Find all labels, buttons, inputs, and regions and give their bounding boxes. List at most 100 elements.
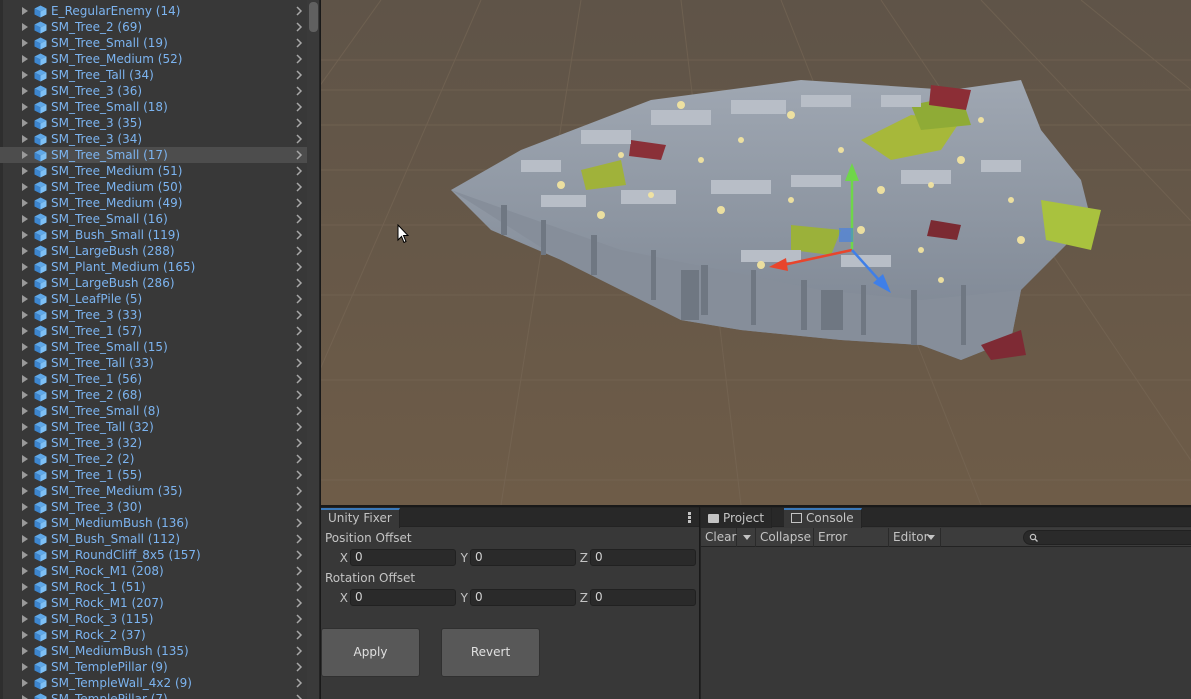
chevron-right-icon[interactable]: [293, 325, 305, 337]
expand-arrow-icon[interactable]: [22, 7, 28, 15]
expand-arrow-icon[interactable]: [22, 695, 28, 699]
chevron-right-icon[interactable]: [293, 373, 305, 385]
hierarchy-item[interactable]: SM_Tree_1 (56): [0, 371, 307, 387]
hierarchy-item[interactable]: SM_Tree_2 (2): [0, 451, 307, 467]
hierarchy-item[interactable]: SM_LeafPile (5): [0, 291, 307, 307]
expand-arrow-icon[interactable]: [22, 247, 28, 255]
expand-arrow-icon[interactable]: [22, 231, 28, 239]
expand-arrow-icon[interactable]: [22, 535, 28, 543]
chevron-right-icon[interactable]: [293, 277, 305, 289]
expand-arrow-icon[interactable]: [22, 519, 28, 527]
apply-button[interactable]: Apply: [321, 628, 420, 677]
clear-button[interactable]: Clear: [701, 528, 737, 547]
editor-dropdown[interactable]: Editor: [889, 528, 941, 547]
hierarchy-item[interactable]: SM_Tree_2 (68): [0, 387, 307, 403]
expand-arrow-icon[interactable]: [22, 295, 28, 303]
chevron-right-icon[interactable]: [293, 629, 305, 641]
expand-arrow-icon[interactable]: [22, 551, 28, 559]
chevron-right-icon[interactable]: [293, 469, 305, 481]
expand-arrow-icon[interactable]: [22, 455, 28, 463]
expand-arrow-icon[interactable]: [22, 263, 28, 271]
chevron-right-icon[interactable]: [293, 661, 305, 673]
expand-arrow-icon[interactable]: [22, 487, 28, 495]
hierarchy-item[interactable]: SM_Tree_3 (35): [0, 115, 307, 131]
expand-arrow-icon[interactable]: [22, 215, 28, 223]
rotation-y-field[interactable]: 0: [470, 589, 576, 606]
hierarchy-item[interactable]: SM_Tree_Medium (51): [0, 163, 307, 179]
expand-arrow-icon[interactable]: [22, 359, 28, 367]
chevron-right-icon[interactable]: [293, 501, 305, 513]
hierarchy-scrollbar-thumb[interactable]: [309, 2, 318, 32]
chevron-right-icon[interactable]: [293, 453, 305, 465]
hierarchy-item[interactable]: SM_Tree_Tall (33): [0, 355, 307, 371]
expand-arrow-icon[interactable]: [22, 311, 28, 319]
chevron-right-icon[interactable]: [293, 165, 305, 177]
collapse-toggle[interactable]: Collapse: [756, 528, 814, 547]
expand-arrow-icon[interactable]: [22, 503, 28, 511]
chevron-right-icon[interactable]: [293, 677, 305, 689]
expand-arrow-icon[interactable]: [22, 87, 28, 95]
expand-arrow-icon[interactable]: [22, 615, 28, 623]
tab-project[interactable]: Project: [701, 508, 773, 528]
hierarchy-item[interactable]: SM_LargeBush (288): [0, 243, 307, 259]
chevron-right-icon[interactable]: [293, 389, 305, 401]
hierarchy-item[interactable]: SM_Tree_3 (30): [0, 499, 307, 515]
expand-arrow-icon[interactable]: [22, 183, 28, 191]
expand-arrow-icon[interactable]: [22, 55, 28, 63]
chevron-right-icon[interactable]: [293, 613, 305, 625]
expand-arrow-icon[interactable]: [22, 103, 28, 111]
hierarchy-item[interactable]: SM_Tree_3 (33): [0, 307, 307, 323]
expand-arrow-icon[interactable]: [22, 471, 28, 479]
chevron-right-icon[interactable]: [293, 197, 305, 209]
chevron-right-icon[interactable]: [293, 437, 305, 449]
hierarchy-item[interactable]: SM_Tree_3 (32): [0, 435, 307, 451]
chevron-right-icon[interactable]: [293, 309, 305, 321]
scene-canvas[interactable]: [321, 0, 1191, 505]
chevron-right-icon[interactable]: [293, 405, 305, 417]
hierarchy-item[interactable]: SM_Tree_3 (34): [0, 131, 307, 147]
chevron-right-icon[interactable]: [293, 101, 305, 113]
hierarchy-item[interactable]: SM_Rock_2 (37): [0, 627, 307, 643]
chevron-right-icon[interactable]: [293, 85, 305, 97]
chevron-right-icon[interactable]: [293, 357, 305, 369]
expand-arrow-icon[interactable]: [22, 279, 28, 287]
expand-arrow-icon[interactable]: [22, 199, 28, 207]
hierarchy-item[interactable]: SM_Tree_Small (16): [0, 211, 307, 227]
hierarchy-item[interactable]: SM_Tree_Small (19): [0, 35, 307, 51]
expand-arrow-icon[interactable]: [22, 167, 28, 175]
expand-arrow-icon[interactable]: [22, 583, 28, 591]
chevron-right-icon[interactable]: [293, 213, 305, 225]
hierarchy-item[interactable]: SM_Tree_3 (36): [0, 83, 307, 99]
chevron-right-icon[interactable]: [293, 485, 305, 497]
tab-unity-fixer[interactable]: Unity Fixer: [321, 508, 400, 528]
tab-console[interactable]: Console: [784, 508, 862, 528]
clear-options-dropdown[interactable]: [737, 528, 756, 547]
chevron-right-icon[interactable]: [293, 5, 305, 17]
expand-arrow-icon[interactable]: [22, 647, 28, 655]
expand-arrow-icon[interactable]: [22, 679, 28, 687]
expand-arrow-icon[interactable]: [22, 567, 28, 575]
expand-arrow-icon[interactable]: [22, 119, 28, 127]
chevron-right-icon[interactable]: [293, 149, 305, 161]
hierarchy-item[interactable]: SM_Tree_Small (18): [0, 99, 307, 115]
hierarchy-item[interactable]: SM_RoundCliff_8x5 (157): [0, 547, 307, 563]
hierarchy-item[interactable]: SM_Tree_Medium (49): [0, 195, 307, 211]
expand-arrow-icon[interactable]: [22, 423, 28, 431]
expand-arrow-icon[interactable]: [22, 375, 28, 383]
hierarchy-item[interactable]: SM_Tree_2 (69): [0, 19, 307, 35]
chevron-right-icon[interactable]: [293, 645, 305, 657]
hierarchy-item[interactable]: SM_TemplePillar (7): [0, 691, 307, 699]
error-pause-toggle[interactable]: Error Pause: [814, 528, 889, 562]
hierarchy-item[interactable]: SM_Tree_Tall (34): [0, 67, 307, 83]
hierarchy-item[interactable]: SM_Plant_Medium (165): [0, 259, 307, 275]
expand-arrow-icon[interactable]: [22, 135, 28, 143]
hierarchy-item[interactable]: SM_MediumBush (135): [0, 643, 307, 659]
scene-view[interactable]: [321, 0, 1191, 505]
chevron-right-icon[interactable]: [293, 581, 305, 593]
hierarchy-item[interactable]: E_RegularEnemy (14): [0, 3, 307, 19]
expand-arrow-icon[interactable]: [22, 23, 28, 31]
hierarchy-item[interactable]: SM_Bush_Small (112): [0, 531, 307, 547]
hierarchy-item[interactable]: SM_Rock_1 (51): [0, 579, 307, 595]
expand-arrow-icon[interactable]: [22, 599, 28, 607]
hierarchy-item[interactable]: SM_Tree_Small (8): [0, 403, 307, 419]
